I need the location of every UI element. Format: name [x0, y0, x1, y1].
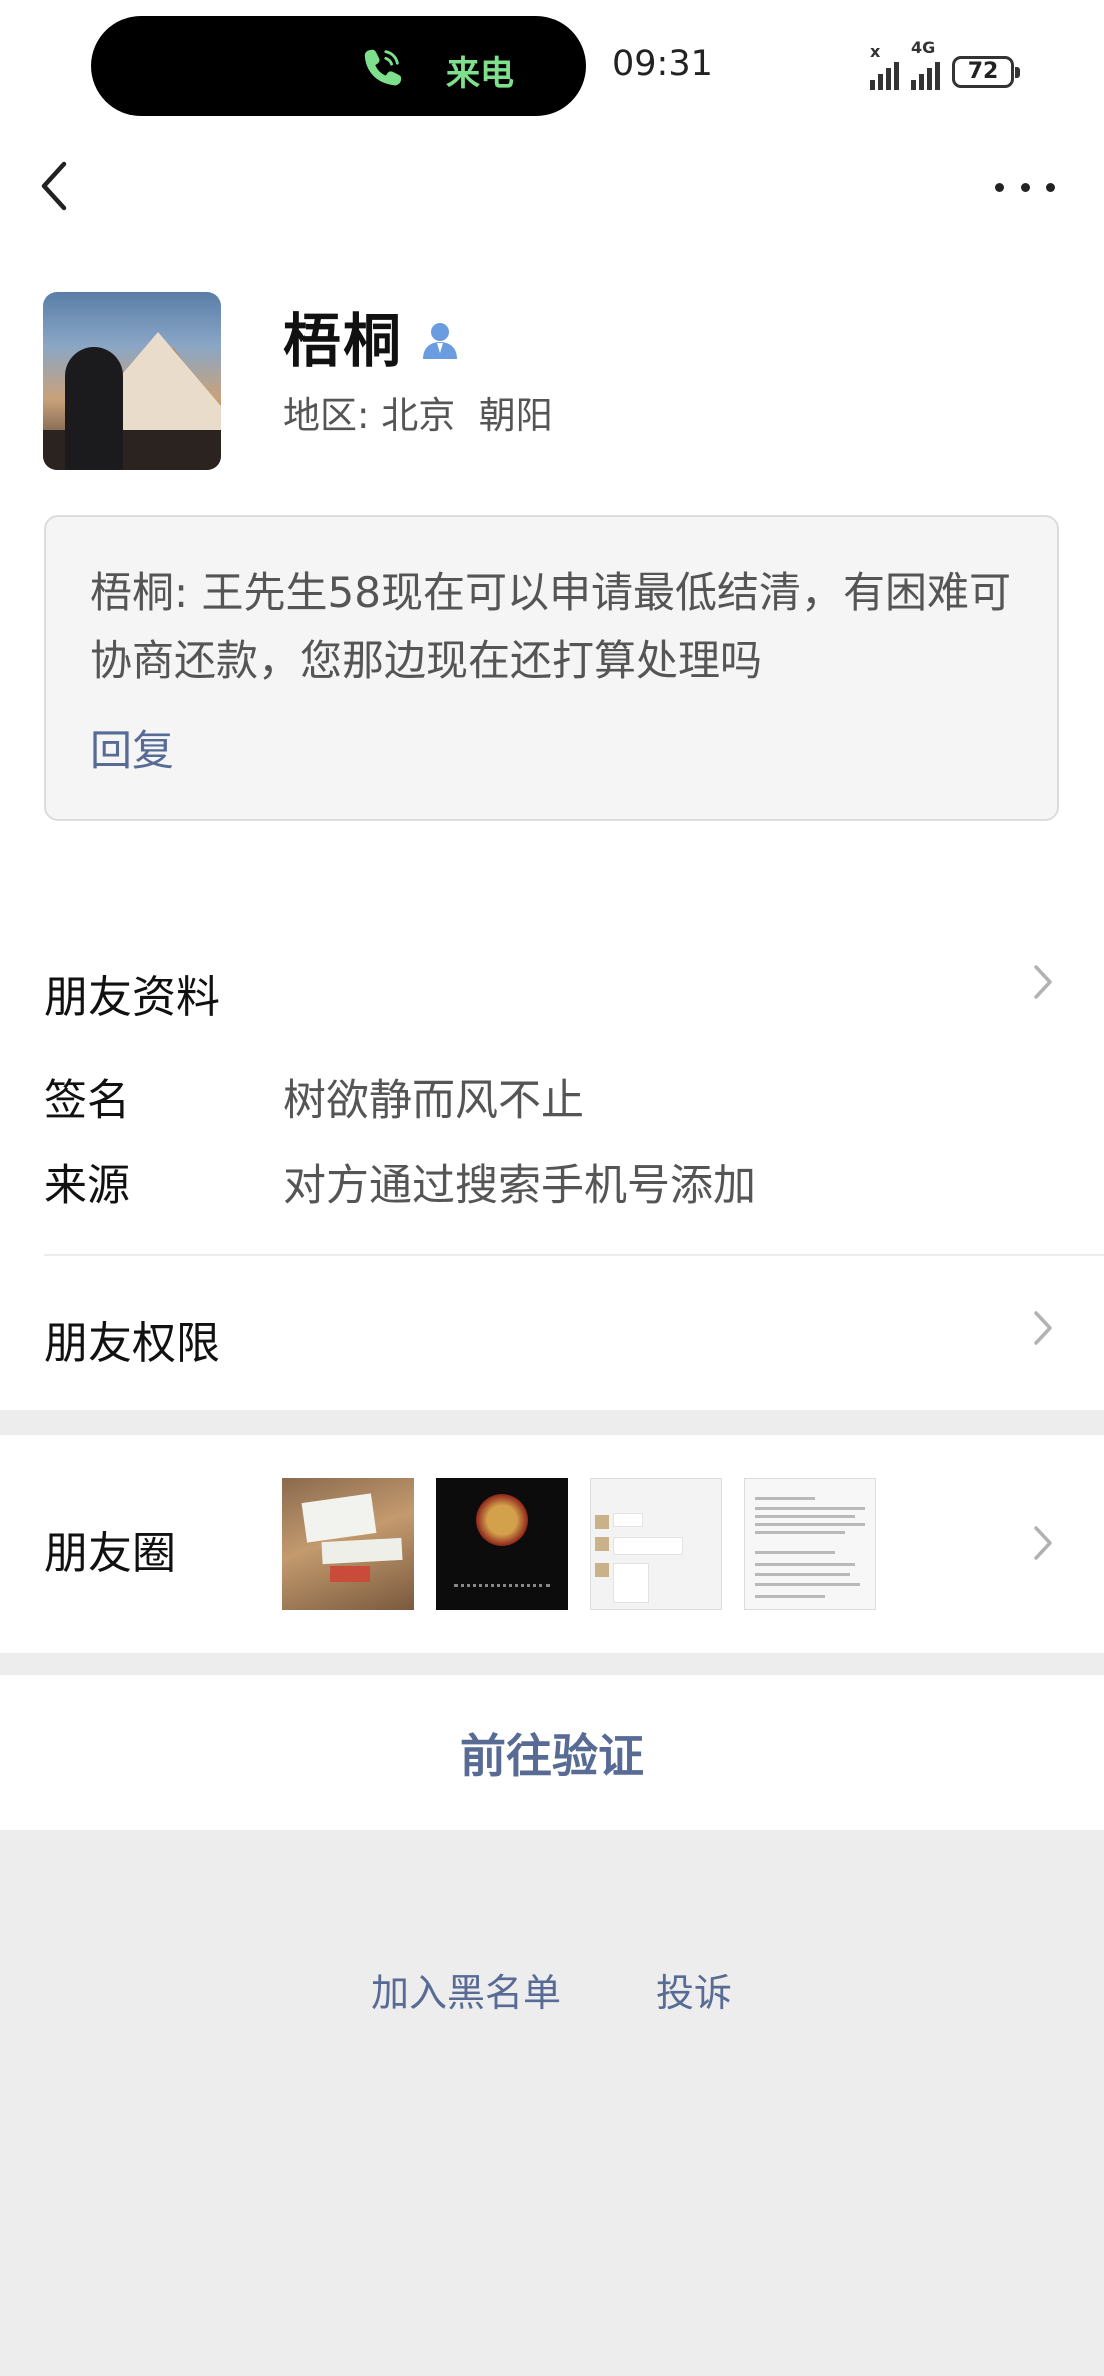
add-to-blacklist-link[interactable]: 加入黑名单: [371, 1962, 561, 2017]
signature-value: 树欲静而风不止: [283, 1076, 584, 1126]
moments-thumbnail[interactable]: [282, 1478, 414, 1610]
status-bar: 来电 09:31 x 4G 72: [0, 0, 1104, 130]
divider: [44, 1254, 1104, 1256]
chevron-right-icon: [1034, 1526, 1052, 1560]
phone-icon: [364, 49, 402, 86]
nav-bar: [0, 130, 1104, 260]
chevron-right-icon: [1034, 965, 1052, 999]
signal-indicators: x 4G 72: [870, 38, 1020, 90]
region-label: 地区:: [283, 394, 370, 437]
verify-section: 前往验证: [0, 1675, 1104, 1830]
moments-thumbnails: [282, 1478, 876, 1610]
friend-info-row[interactable]: 朋友资料: [0, 905, 1104, 1055]
friend-info-title: 朋友资料: [44, 972, 220, 1023]
permissions-title: 朋友权限: [44, 1318, 220, 1369]
moments-row[interactable]: 朋友圈: [0, 1435, 1104, 1653]
moments-title: 朋友圈: [44, 1528, 176, 1579]
signal-bars-icon: x: [870, 42, 899, 90]
signal-bars-4g-icon: 4G: [911, 38, 940, 90]
name-row: 梧桐: [283, 294, 461, 378]
incoming-call-pill[interactable]: 来电: [91, 16, 586, 116]
verify-button[interactable]: 前往验证: [0, 1675, 1104, 1830]
moments-thumbnail[interactable]: [436, 1478, 568, 1610]
clock: 09:31: [612, 44, 713, 84]
call-label: 来电: [446, 54, 514, 94]
region-info: 地区: 北京 朝阳: [283, 385, 553, 439]
avatar[interactable]: [43, 292, 221, 470]
source-label: 来源: [44, 1161, 130, 1211]
region-value: 北京 朝阳: [381, 394, 553, 437]
moments-thumbnail[interactable]: [590, 1478, 722, 1610]
permissions-row[interactable]: 朋友权限: [0, 1257, 1104, 1407]
source-value: 对方通过搜索手机号添加: [283, 1161, 756, 1211]
signature-label: 签名: [44, 1076, 130, 1126]
reply-link[interactable]: 回复: [90, 717, 174, 778]
friend-info-section: 朋友资料 签名 树欲静而风不止 来源 对方通过搜索手机号添加 朋友权限: [0, 905, 1104, 1410]
network-type: 4G: [911, 38, 936, 57]
profile-section: 梧桐 地区: 北京 朝阳 梧桐: 王先生58现在可以申请最低结清，有困难可协商还…: [0, 260, 1104, 910]
contact-name: 梧桐: [283, 307, 404, 375]
back-icon[interactable]: [30, 156, 80, 216]
message-card[interactable]: 梧桐: 王先生58现在可以申请最低结清，有困难可协商还款，您那边现在还打算处理吗…: [44, 515, 1059, 821]
contact-profile-page: 来电 09:31 x 4G 72 梧桐 地区: 北京 朝阳 梧桐: 王先生58现…: [0, 0, 1104, 2376]
more-options-icon[interactable]: [995, 162, 1055, 212]
report-link[interactable]: 投诉: [656, 1962, 732, 2017]
message-text: 梧桐: 王先生58现在可以申请最低结清，有困难可协商还款，您那边现在还打算处理吗: [90, 568, 1011, 685]
moments-thumbnail[interactable]: [744, 1478, 876, 1610]
battery-icon: 72: [952, 56, 1020, 88]
chevron-right-icon: [1034, 1311, 1052, 1345]
user-gender-icon: [423, 323, 458, 359]
